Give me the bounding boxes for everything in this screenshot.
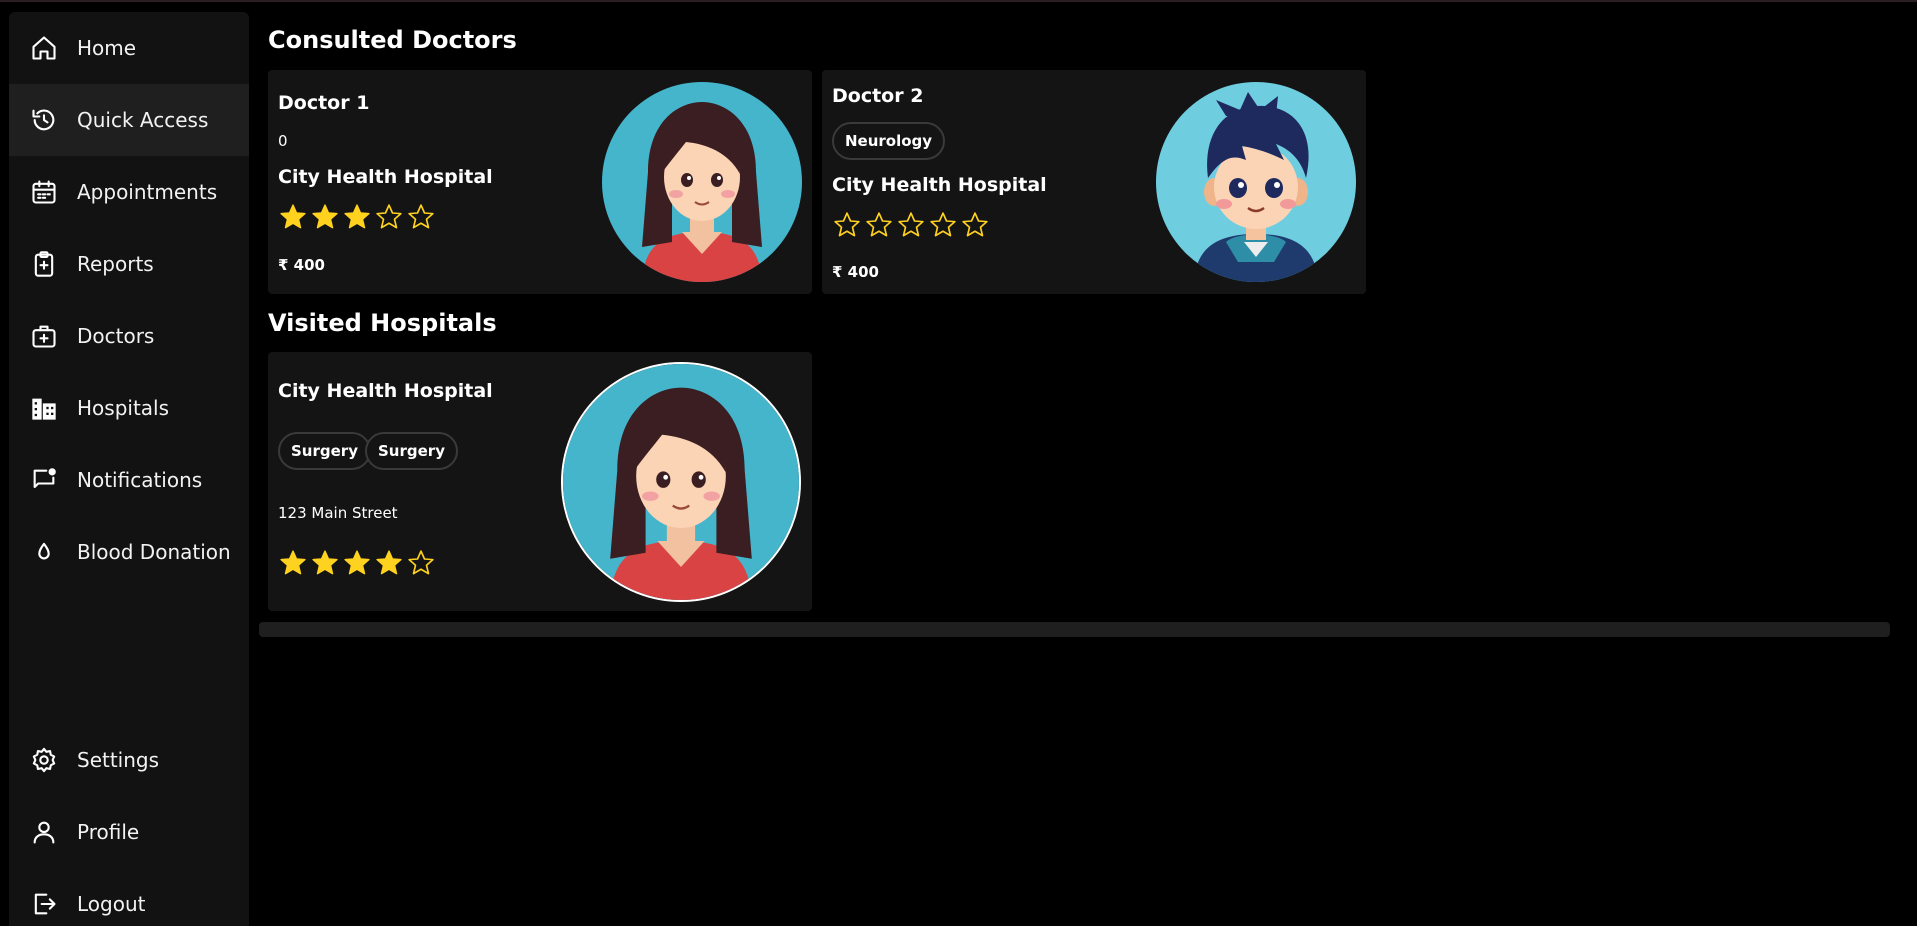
sidebar-item-appointments[interactable]: Appointments — [9, 156, 249, 228]
user-icon — [29, 817, 59, 847]
sidebar-item-label: Profile — [77, 820, 140, 844]
star-outline-icon — [930, 212, 956, 237]
doctor-card[interactable]: Doctor 1 0 City Health Hospital ₹ 400 — [268, 70, 812, 294]
sidebar-item-label: Appointments — [77, 180, 218, 204]
rating-stars — [278, 548, 436, 578]
star-outline-icon — [834, 212, 860, 237]
clipboard-icon — [29, 249, 59, 279]
doctor-hospital: City Health Hospital — [832, 174, 1047, 196]
sidebar-item-label: Blood Donation — [77, 540, 231, 564]
sidebar-item-settings[interactable]: Settings — [9, 724, 249, 796]
doctor-name: Doctor 2 — [832, 85, 924, 107]
star-filled-icon — [312, 204, 338, 229]
sidebar-item-doctors[interactable]: Doctors — [9, 300, 249, 372]
hospital-address: 123 Main Street — [278, 504, 398, 522]
star-filled-icon — [376, 550, 402, 575]
sidebar-item-label: Quick Access — [77, 108, 209, 132]
sidebar-item-reports[interactable]: Reports — [9, 228, 249, 300]
doctor-sub-value: 0 — [278, 132, 288, 150]
visited-hospitals-heading: Visited Hospitals — [268, 309, 497, 337]
sidebar-item-label: Doctors — [77, 324, 155, 348]
sidebar-item-quick-access[interactable]: Quick Access — [9, 84, 249, 156]
star-outline-icon — [962, 212, 988, 237]
specialty-chip: Surgery — [365, 432, 458, 470]
sidebar-item-home[interactable]: Home — [9, 12, 249, 84]
sidebar-item-label: Hospitals — [77, 396, 170, 420]
home-icon — [29, 33, 59, 63]
rating-stars — [832, 210, 990, 240]
blood-drop-icon — [29, 537, 59, 567]
sidebar: Home Quick Access Appointments Reports D… — [9, 12, 249, 926]
star-filled-icon — [344, 204, 370, 229]
sidebar-item-profile[interactable]: Profile — [9, 796, 249, 868]
doctor-name: Doctor 1 — [278, 92, 370, 114]
consultation-fee: ₹ 400 — [832, 263, 879, 281]
hospital-card[interactable]: City Health Hospital Surgery Surgery 123… — [268, 352, 812, 611]
sidebar-item-label: Reports — [77, 252, 154, 276]
hospital-building-icon — [29, 393, 59, 423]
rating-stars — [278, 202, 436, 232]
star-filled-icon — [344, 550, 370, 575]
doctor-card[interactable]: Doctor 2 Neurology City Health Hospital … — [822, 70, 1366, 294]
consulted-doctors-heading: Consulted Doctors — [268, 26, 517, 54]
sidebar-item-label: Notifications — [77, 468, 203, 492]
logout-icon — [29, 889, 59, 919]
message-notification-icon — [29, 465, 59, 495]
specialty-chip: Surgery — [278, 432, 371, 470]
sidebar-item-label: Home — [77, 36, 137, 60]
star-outline-icon — [408, 204, 434, 229]
star-outline-icon — [866, 212, 892, 237]
sidebar-item-label: Settings — [77, 748, 160, 772]
doctor-hospital: City Health Hospital — [278, 166, 493, 188]
star-filled-icon — [280, 550, 306, 575]
star-filled-icon — [280, 204, 306, 229]
doctor-avatar-female — [602, 82, 802, 282]
sidebar-item-logout[interactable]: Logout — [9, 868, 249, 926]
calendar-icon — [29, 177, 59, 207]
sidebar-item-label: Logout — [77, 892, 146, 916]
sidebar-item-hospitals[interactable]: Hospitals — [9, 372, 249, 444]
gear-icon — [29, 745, 59, 775]
consultation-fee: ₹ 400 — [278, 256, 325, 274]
window-top-border — [0, 0, 1917, 2]
star-outline-icon — [408, 550, 434, 575]
history-icon — [29, 105, 59, 135]
doctor-avatar-male — [1156, 82, 1356, 282]
medical-bag-icon — [29, 321, 59, 351]
star-outline-icon — [898, 212, 924, 237]
hospital-avatar-female — [561, 362, 801, 602]
hospital-name: City Health Hospital — [278, 380, 493, 402]
star-filled-icon — [312, 550, 338, 575]
star-outline-icon — [376, 204, 402, 229]
sidebar-item-blood-donation[interactable]: Blood Donation — [9, 516, 249, 588]
sidebar-item-notifications[interactable]: Notifications — [9, 444, 249, 516]
specialty-chip: Neurology — [832, 122, 946, 160]
horizontal-scrollbar[interactable] — [259, 622, 1890, 637]
